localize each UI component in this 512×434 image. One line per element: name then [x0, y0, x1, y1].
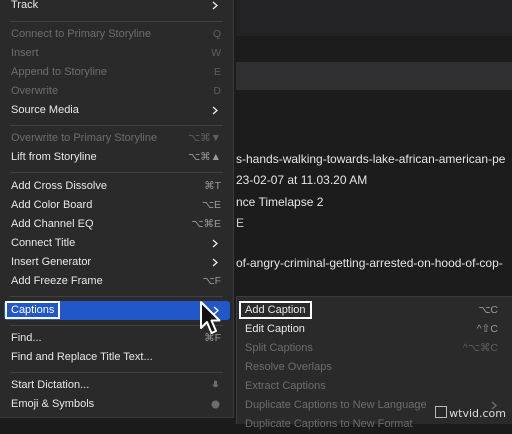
menu-item-shortcut: ^⇧C: [476, 323, 498, 335]
menu-item-emoji-symbols[interactable]: Emoji & Symbols: [0, 395, 233, 414]
menu-separator: [10, 296, 223, 297]
menu-item-shortcut: ⌘T: [204, 180, 221, 192]
background-header: [236, 0, 512, 36]
menu-item-find-replace-title[interactable]: Find and Replace Title Text...: [0, 348, 233, 367]
menu-item-shortcut: ⌥F: [202, 275, 221, 287]
background-clip-name-2: 23-02-07 at 11.03.20 AM: [236, 173, 368, 187]
menu-item-source-media[interactable]: Source Media: [0, 101, 233, 120]
menu-item-append[interactable]: Append to Storyline E: [0, 63, 233, 82]
add-caption-label: Add Caption: [239, 301, 312, 319]
captions-submenu: Add Caption ⌥C Edit Caption ^⇧C Split Ca…: [236, 296, 512, 430]
menu-item-label: Edit Caption: [245, 323, 305, 335]
menu-item-shortcut: ⌥⌘▼: [188, 132, 221, 144]
menu-item-overwrite-primary[interactable]: Overwrite to Primary Storyline ⌥⌘▼: [0, 129, 233, 148]
menu-item-label: Append to Storyline: [11, 66, 108, 78]
menu-item-shortcut: ⌥⌘E: [191, 218, 221, 230]
menu-item-shortcut: E: [213, 66, 221, 78]
microphone-icon: [212, 376, 220, 395]
watermark-logo-icon: [435, 406, 448, 418]
menu-separator: [10, 172, 223, 173]
background-clip-name-5: of-angry-criminal-getting-arrested-on-ho…: [236, 256, 503, 270]
menu-item-captions[interactable]: Captions: [4, 301, 230, 320]
menu-item-label: Duplicate Captions to New Language: [245, 399, 427, 411]
menu-item-start-dictation[interactable]: Start Dictation...: [0, 376, 233, 395]
submenu-item-split-captions[interactable]: Split Captions ^⌥⌘C: [237, 339, 512, 358]
menu-item-label: Emoji & Symbols: [11, 398, 95, 410]
menu-item-label: Extract Captions: [245, 380, 326, 392]
background-selected-row: [236, 62, 512, 90]
menu-item-label: Add Color Board: [11, 199, 93, 211]
background-clip-name-4: E: [236, 216, 245, 230]
submenu-item-resolve-overlaps[interactable]: Resolve Overlaps: [237, 358, 512, 377]
menu-item-label: Captions: [4, 301, 61, 320]
menu-item-insert-generator[interactable]: Insert Generator: [0, 253, 233, 272]
menu-item-track[interactable]: Track: [0, 0, 233, 15]
menu-item-label: Resolve Overlaps: [245, 361, 332, 373]
menu-item-shortcut: ⌥C: [478, 304, 498, 316]
submenu-item-edit-caption[interactable]: Edit Caption ^⇧C: [237, 320, 512, 339]
menu-item-label: Add Cross Dissolve: [11, 180, 107, 192]
menu-item-label: Add Caption: [239, 301, 312, 320]
chevron-right-icon: [212, 101, 220, 120]
menu-item-shortcut: Q: [212, 28, 221, 40]
chevron-right-icon: [212, 234, 220, 253]
menu-item-shortcut: D: [213, 85, 221, 97]
menu-item-label: Add Channel EQ: [11, 218, 94, 230]
menu-item-label: Start Dictation...: [11, 379, 90, 391]
submenu-item-extract-captions[interactable]: Extract Captions: [237, 377, 512, 396]
watermark: wtvid.com: [435, 406, 506, 420]
menu-item-lift[interactable]: Lift from Storyline ⌥⌘▲: [0, 148, 233, 167]
background-clip-name-3: nce Timelapse 2: [236, 195, 324, 209]
menu-item-label: Source Media: [11, 104, 79, 116]
watermark-text: wtvid.com: [449, 407, 506, 420]
menu-item-add-color-board[interactable]: Add Color Board ⌥E: [0, 196, 233, 215]
menu-item-shortcut: ⌥⌘▲: [188, 151, 221, 163]
menu-separator: [10, 125, 223, 126]
menu-item-label: Connect Title: [11, 237, 76, 249]
submenu-item-add-caption[interactable]: Add Caption ⌥C: [237, 301, 512, 320]
menu-item-overwrite[interactable]: Overwrite D: [0, 82, 233, 101]
menu-separator: [10, 325, 223, 326]
chevron-right-icon: [212, 0, 220, 15]
menu-item-label: Find...: [11, 332, 42, 344]
background-clip-name-1: s-hands-walking-towards-lake-african-ame…: [236, 152, 506, 166]
globe-icon: [211, 395, 220, 414]
menu-item-label: Lift from Storyline: [11, 151, 97, 163]
captions-label: Captions: [4, 301, 61, 319]
menu-item-connect-title[interactable]: Connect Title: [0, 234, 233, 253]
chevron-right-icon: [212, 253, 220, 272]
menu-item-label: Overwrite: [11, 85, 59, 97]
menu-separator: [10, 21, 223, 22]
menu-separator: [10, 372, 223, 373]
mouse-cursor-icon: [199, 300, 223, 341]
menu-item-add-channel-eq[interactable]: Add Channel EQ ⌥⌘E: [0, 215, 233, 234]
menu-item-insert[interactable]: Insert W: [0, 44, 233, 63]
menu-item-add-cross-dissolve[interactable]: Add Cross Dissolve ⌘T: [0, 177, 233, 196]
menu-item-label: Insert Generator: [11, 256, 92, 268]
menu-item-label: Add Freeze Frame: [11, 275, 103, 287]
menu-item-label: Connect to Primary Storyline: [11, 28, 151, 40]
menu-item-label: Duplicate Captions to New Format: [245, 418, 413, 430]
menu-item-label: Overwrite to Primary Storyline: [11, 132, 158, 144]
menu-item-label: Split Captions: [245, 342, 313, 354]
menu-item-label: Track: [11, 0, 39, 11]
menu-item-shortcut: ^⌥⌘C: [462, 342, 498, 354]
menu-item-shortcut: ⌥E: [201, 199, 221, 211]
edit-menu: Track Connect to Primary Storyline Q Ins…: [0, 0, 234, 418]
menu-item-label: Find and Replace Title Text...: [11, 351, 153, 363]
menu-item-label: Insert: [11, 47, 39, 59]
menu-item-connect-primary[interactable]: Connect to Primary Storyline Q: [0, 25, 233, 44]
menu-item-add-freeze-frame[interactable]: Add Freeze Frame ⌥F: [0, 272, 233, 291]
menu-item-shortcut: W: [211, 47, 221, 59]
